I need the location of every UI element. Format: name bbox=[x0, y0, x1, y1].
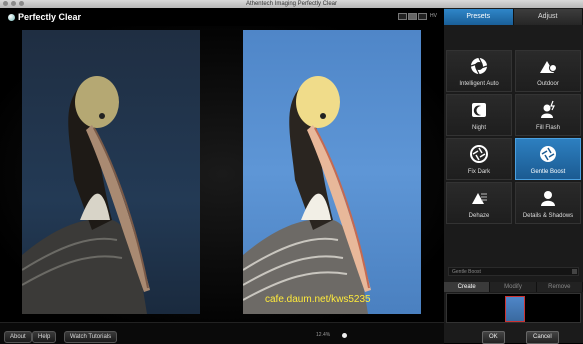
app-name: Perfectly Clear bbox=[18, 12, 81, 22]
ok-button[interactable]: OK bbox=[482, 331, 505, 344]
preset-name-expand-icon[interactable] bbox=[572, 269, 577, 274]
camera-aperture-icon bbox=[469, 56, 489, 76]
preset-label: Fill Flash bbox=[516, 125, 580, 131]
preset-label: Fix Dark bbox=[447, 169, 511, 175]
aperture-icon bbox=[469, 144, 489, 164]
pelican-after-illustration bbox=[243, 30, 421, 314]
help-button[interactable]: Help bbox=[32, 331, 56, 343]
aperture-boost-icon bbox=[538, 144, 558, 164]
before-image bbox=[22, 30, 200, 314]
tab-modify[interactable]: Modify bbox=[490, 282, 536, 292]
side-by-side-view-icon[interactable] bbox=[418, 13, 427, 20]
landscape-sun-icon bbox=[538, 56, 558, 76]
preset-details-shadows[interactable]: Details & Shadows bbox=[515, 182, 581, 224]
image-stage: cafe.daum.net/kws5235 bbox=[0, 26, 444, 322]
watermark-text: cafe.daum.net/kws5235 bbox=[265, 294, 371, 305]
portrait-flash-icon bbox=[538, 100, 558, 120]
window-title: Athentech Imaging Perfectly Clear bbox=[0, 0, 583, 8]
preset-label: Gentle Boost bbox=[516, 169, 580, 175]
moon-icon bbox=[469, 100, 489, 120]
preset-intelligent-auto[interactable]: Intelligent Auto bbox=[446, 50, 512, 92]
preset-outdoor[interactable]: Outdoor bbox=[515, 50, 581, 92]
zoom-level: 12.4% bbox=[316, 332, 330, 338]
preset-gentle-boost[interactable]: Gentle Boost bbox=[515, 138, 581, 180]
panel-tabs: Presets Adjust bbox=[444, 9, 583, 25]
preset-fill-flash[interactable]: Fill Flash bbox=[515, 94, 581, 136]
tab-remove[interactable]: Remove bbox=[537, 282, 583, 292]
preset-label: Details & Shadows bbox=[516, 213, 580, 219]
pelican-before-illustration bbox=[22, 30, 200, 314]
cancel-button[interactable]: Cancel bbox=[526, 331, 559, 344]
image-thumbnail[interactable] bbox=[505, 296, 525, 322]
preset-label: Outdoor bbox=[516, 81, 580, 87]
preset-label: Intelligent Auto bbox=[447, 81, 511, 87]
preset-fix-dark[interactable]: Fix Dark bbox=[446, 138, 512, 180]
preset-label: Night bbox=[447, 125, 511, 131]
preset-label: Dehaze bbox=[447, 213, 511, 219]
hv-toggle[interactable]: HV bbox=[430, 13, 437, 20]
single-view-icon[interactable] bbox=[398, 13, 407, 20]
app-header: Perfectly Clear HV bbox=[0, 8, 444, 26]
preset-subtabs: Create Modify Remove bbox=[444, 282, 583, 292]
after-image bbox=[243, 30, 421, 314]
app-brand: Perfectly Clear bbox=[8, 12, 81, 22]
preset-night[interactable]: Night bbox=[446, 94, 512, 136]
thumbnail-strip bbox=[446, 293, 581, 323]
split-view-icon[interactable] bbox=[408, 13, 417, 20]
preset-dehaze[interactable]: Dehaze bbox=[446, 182, 512, 224]
watch-tutorials-button[interactable]: Watch Tutorials bbox=[64, 331, 117, 343]
about-button[interactable]: About bbox=[4, 331, 32, 343]
tab-presets[interactable]: Presets bbox=[444, 9, 514, 25]
view-mode-switcher: HV bbox=[398, 13, 437, 20]
tab-create[interactable]: Create bbox=[444, 282, 490, 292]
bottom-toolbar: About Help Watch Tutorials 12.4% bbox=[0, 322, 444, 344]
portrait-detail-icon bbox=[538, 188, 558, 208]
tab-adjust[interactable]: Adjust bbox=[514, 9, 583, 25]
preset-name-field[interactable]: Gentle Boost bbox=[448, 267, 579, 276]
right-panel: Presets Adjust Intelligent Auto Outdoor … bbox=[444, 8, 583, 343]
preset-grid: Intelligent Auto Outdoor Night Fill Flas… bbox=[446, 50, 581, 224]
brand-logo-icon bbox=[8, 14, 15, 21]
dehaze-icon bbox=[469, 188, 489, 208]
zoom-slider-handle[interactable] bbox=[342, 333, 347, 338]
preset-name-value: Gentle Boost bbox=[452, 269, 481, 275]
window-titlebar: Athentech Imaging Perfectly Clear bbox=[0, 0, 583, 8]
